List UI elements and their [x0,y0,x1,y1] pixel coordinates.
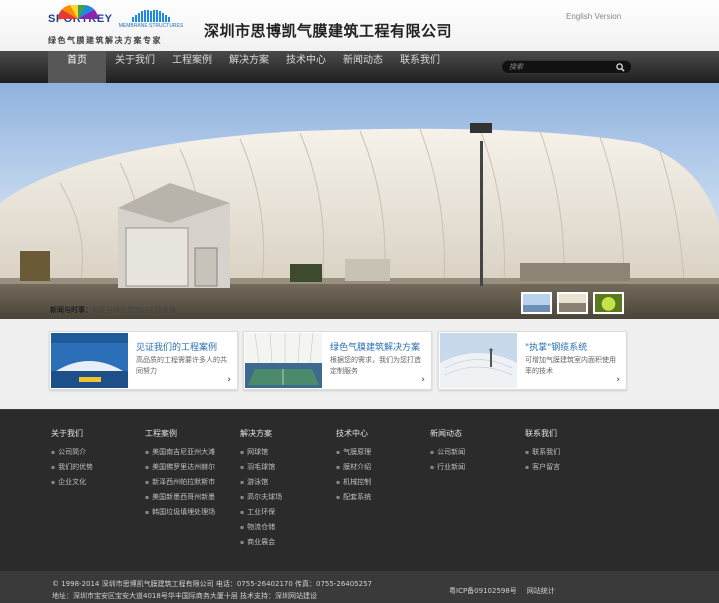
footer-link[interactable]: 美国佛罗里达州赫尔 [145,460,215,475]
feature-cable-title: "执掌"钢缆系统 [525,343,588,353]
search-box [501,60,632,74]
logo-slogan: 绿色气膜建筑解决方案专家 [48,36,162,45]
footer-col-cases: 工程案例 美国南吉尼亚州大滩 美国佛罗里达州赫尔 新泽西州帕拉默斯市 美国新墨西… [145,428,215,520]
logo-fan-icon [58,5,98,19]
feature-cable-image [440,333,517,388]
nav-item-home[interactable]: 首页 [48,51,106,83]
dome-building-image [0,83,719,319]
banner-thumb-2[interactable] [557,292,588,314]
footer-link[interactable]: 韩国垃圾填埋处理场 [145,505,215,520]
footer-link[interactable]: 客户留言 [525,460,560,475]
footer-col-title[interactable]: 工程案例 [145,428,215,439]
feature-cases-title: 见证我们的工程案例 [136,343,218,353]
footer-link[interactable]: 商业展会 [240,535,282,550]
logo-brand: SPORTKEY [48,5,112,25]
nav-list: 首页 关于我们 工程案例 解决方案 技术中心 新闻动态 联系我们 [48,51,447,83]
footer-col-tech: 技术中心 气膜原理 膜材介绍 机械控制 配套系统 [336,428,371,505]
footer-link[interactable]: 高尔夫球场 [240,490,282,505]
footer-col-news: 新闻动态 公司新闻 行业新闻 [430,428,465,475]
feature-solutions-image [245,333,322,388]
icp-info: 粤ICP备09102598号 网站统计 [449,586,565,596]
footer-link[interactable]: 羽毛球馆 [240,460,282,475]
footer-link[interactable]: 配套系统 [336,490,371,505]
feature-card-solutions[interactable]: 绿色气膜建筑解决方案 根据您的需求，我们为您打造定制服务 › [243,331,432,390]
footer-col-title[interactable]: 联系我们 [525,428,560,439]
footer-link[interactable]: 行业新闻 [430,460,465,475]
footer-link[interactable]: 物流仓储 [240,520,282,535]
news-ticker-text[interactable]: 智能与绿色建筑的全球发展 [92,306,176,314]
footer-link[interactable]: 公司新闻 [430,445,465,460]
news-ticker-label: 新闻与时事： [50,306,92,314]
footer-link[interactable]: 美国南吉尼亚州大滩 [145,445,215,460]
footer-col-title[interactable]: 技术中心 [336,428,371,439]
nav-item-tech[interactable]: 技术中心 [279,51,333,83]
footer-col-title[interactable]: 新闻动态 [430,428,465,439]
feature-solutions-desc: 根据您的需求，我们为您打造定制服务 [330,356,421,375]
footer-col-solutions: 解决方案 网球馆 羽毛球馆 游泳馆 高尔夫球场 工业环保 物流仓储 商业展会 [240,428,282,550]
footer-link[interactable]: 网球馆 [240,445,282,460]
footer-link[interactable]: 膜材介绍 [336,460,371,475]
footer-col-title[interactable]: 解决方案 [240,428,282,439]
copyright-line-1: © 1998-2014 深圳市思博凯气膜建筑工程有限公司 电话：0755-264… [52,580,372,588]
site-logo[interactable]: SPORTKEY MEMBRANE STRUCTURES 绿色气膜建筑解决方案专… [48,5,188,48]
logo-membrane: MEMBRANE STRUCTURES [118,9,184,29]
search-icon[interactable] [616,63,625,72]
nav-item-contact[interactable]: 联系我们 [393,51,447,83]
copyright: © 1998-2014 深圳市思博凯气膜建筑工程有限公司 电话：0755-264… [52,578,372,602]
feature-cases-desc: 高品质的工程需要许多人的共同努力 [136,356,227,375]
nav-item-news[interactable]: 新闻动态 [336,51,390,83]
english-version-link[interactable]: English Version [566,12,621,21]
logo-bars-icon [132,9,170,22]
footer-link[interactable]: 新泽西州帕拉默斯市 [145,475,215,490]
feature-cable-desc: 可增加气膜建筑室内面积使用率的技术 [525,356,616,375]
nav-item-about[interactable]: 关于我们 [108,51,162,83]
chevron-right-icon[interactable]: › [421,375,425,385]
banner-thumb-1[interactable] [521,292,552,314]
footer-link[interactable]: 工业环保 [240,505,282,520]
hero-banner [0,83,719,319]
news-ticker[interactable]: 新闻与时事：智能与绿色建筑的全球发展 [50,305,176,315]
copyright-line-2: 地址：深圳市宝安区宝安大道4018号华丰国际商务大厦十层 技术支持：深圳网站建设 [52,592,318,600]
site-header: SPORTKEY MEMBRANE STRUCTURES 绿色气膜建筑解决方案专… [0,0,719,51]
nav-item-cases[interactable]: 工程案例 [165,51,219,83]
logo-sub-text: MEMBRANE STRUCTURES [118,22,184,29]
banner-thumbnails [521,292,624,314]
feature-solutions-title: 绿色气膜建筑解决方案 [330,343,421,353]
icp-link[interactable]: 粤ICP备09102598号 [449,587,517,595]
chevron-right-icon[interactable]: › [616,375,620,385]
search-input[interactable] [509,61,609,73]
footer-link[interactable]: 我们的优势 [51,460,93,475]
footer-link[interactable]: 公司简介 [51,445,93,460]
site-stats-link[interactable]: 网站统计 [527,587,555,595]
footer-link[interactable]: 美国新墨西哥州新墨 [145,490,215,505]
feature-card-cases[interactable]: 见证我们的工程案例 高品质的工程需要许多人的共同努力 › [49,331,238,390]
footer-link[interactable]: 企业文化 [51,475,93,490]
footer-col-about: 关于我们 公司简介 我们的优势 企业文化 [51,428,93,490]
footer-link[interactable]: 联系我们 [525,445,560,460]
company-name: 深圳市思博凯气膜建筑工程有限公司 [204,22,453,40]
footer-link[interactable]: 气膜原理 [336,445,371,460]
feature-card-cable[interactable]: "执掌"钢缆系统 可增加气膜建筑室内面积使用率的技术 › [438,331,627,390]
footer-link[interactable]: 机械控制 [336,475,371,490]
banner-thumb-3[interactable] [593,292,624,314]
nav-item-solutions[interactable]: 解决方案 [222,51,276,83]
footer-link[interactable]: 游泳馆 [240,475,282,490]
footer-col-title[interactable]: 关于我们 [51,428,93,439]
feature-cases-image [51,333,128,388]
footer-col-contact: 联系我们 联系我们 客户留言 [525,428,560,475]
chevron-right-icon[interactable]: › [227,375,231,385]
